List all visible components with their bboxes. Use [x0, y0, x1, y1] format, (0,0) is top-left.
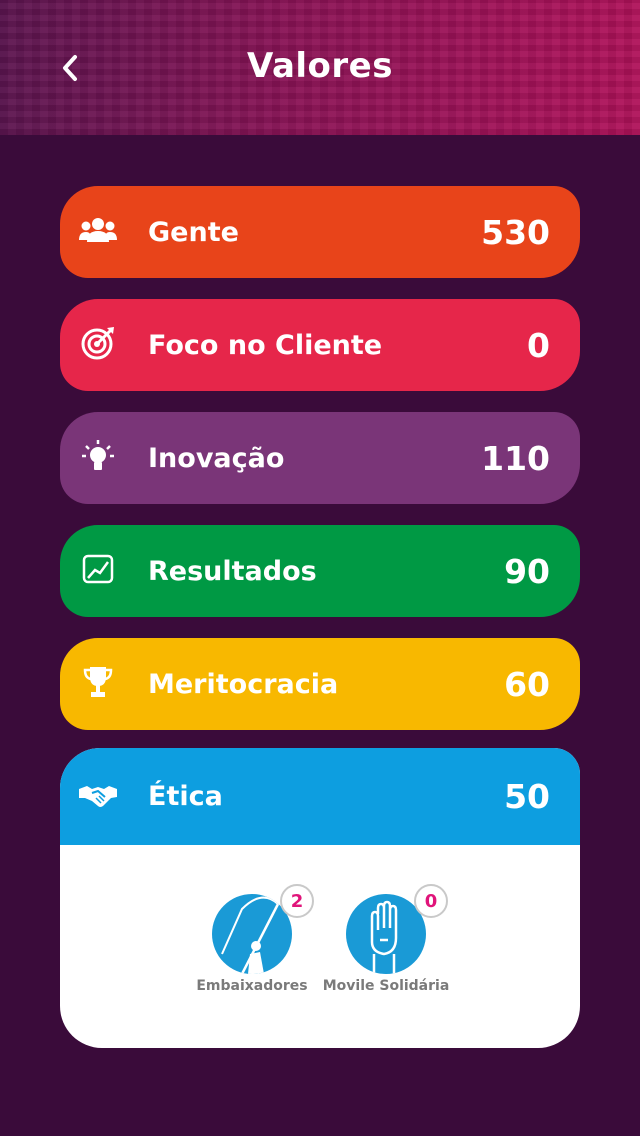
value-label: Resultados — [148, 555, 317, 587]
value-label: Gente — [148, 216, 239, 248]
target-icon — [78, 323, 118, 363]
value-score: 60 — [504, 664, 550, 704]
header-bar: Valores — [0, 0, 640, 135]
page-title: Valores — [247, 46, 393, 86]
value-card-gente[interactable]: Gente 530 — [60, 186, 580, 278]
value-card-foco-no-cliente[interactable]: Foco no Cliente 0 — [60, 299, 580, 391]
value-card-meritocracia[interactable]: Meritocracia 60 — [60, 638, 580, 730]
value-label: Ética — [148, 781, 223, 812]
badge-count: 0 — [414, 884, 448, 918]
value-card-etica[interactable]: Ética 50 — [60, 748, 580, 845]
value-score: 90 — [504, 551, 550, 591]
value-score: 530 — [481, 212, 550, 252]
value-score: 50 — [504, 777, 550, 816]
value-label: Meritocracia — [148, 668, 339, 700]
value-label: Inovação — [148, 442, 285, 474]
value-score: 110 — [481, 438, 550, 478]
people-icon — [78, 210, 118, 250]
value-score: 0 — [527, 325, 550, 365]
value-label: Foco no Cliente — [148, 329, 383, 361]
trophy-icon — [78, 662, 118, 702]
chart-up-icon — [78, 549, 118, 589]
badge-count: 2 — [280, 884, 314, 918]
value-card-resultados[interactable]: Resultados 90 — [60, 525, 580, 617]
value-card-inovacao[interactable]: Inovação 110 — [60, 412, 580, 504]
lightbulb-icon — [78, 436, 118, 476]
handshake-icon — [78, 776, 118, 816]
value-card-etica-header[interactable]: Ética 50 — [60, 748, 580, 845]
badge-label: Movile Solidária — [322, 978, 450, 994]
value-card-etica-expanded: Ética 50 2 Embaixadores 0 Movile Solidár… — [60, 748, 580, 1048]
